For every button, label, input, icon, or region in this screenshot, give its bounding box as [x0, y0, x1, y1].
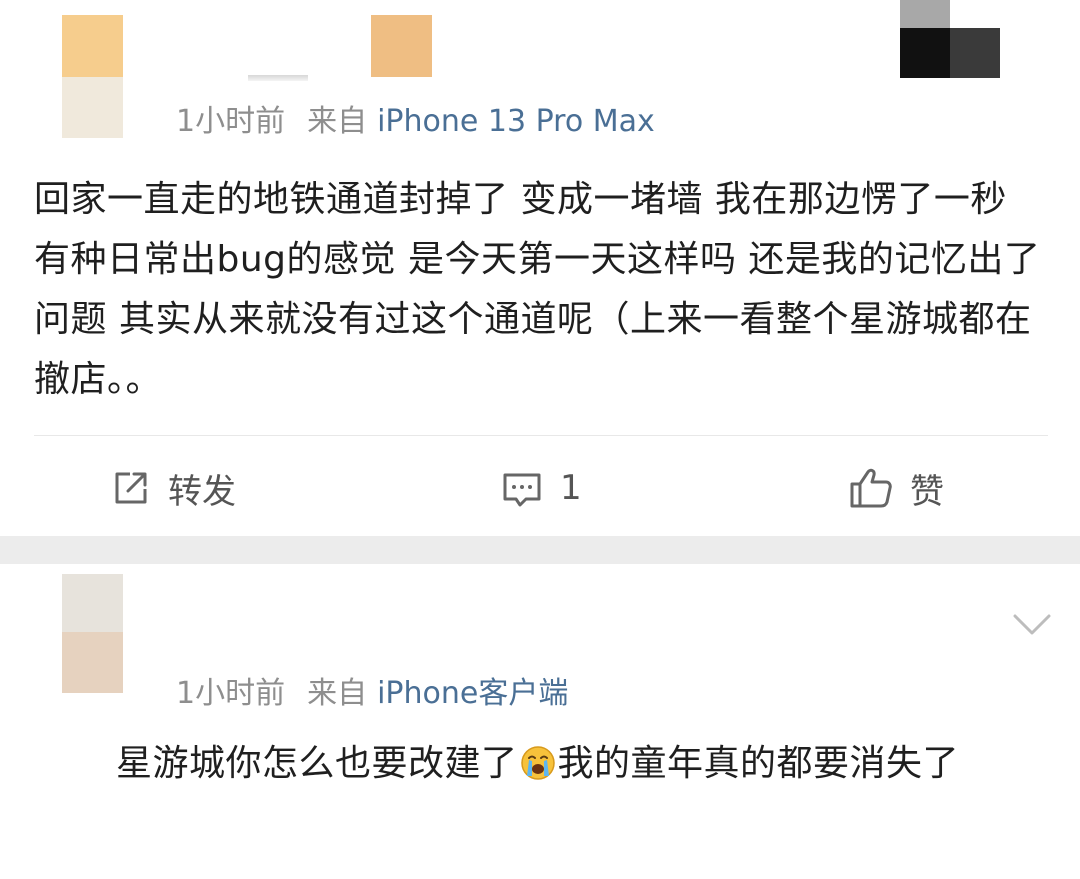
- comment-icon: [500, 467, 544, 509]
- post-device-link[interactable]: iPhone 13 Pro Max: [377, 104, 655, 139]
- post-card: 1小时前 来自 iPhone 13 Pro Max 回家一直走的地铁通道封掉了 变成…: [0, 0, 1080, 536]
- post-meta: 1小时前 来自 iPhone客户端: [176, 674, 568, 714]
- post-actions: 转发 1 赞: [0, 460, 1080, 516]
- comment-count: 1: [560, 468, 582, 508]
- forward-button[interactable]: 转发: [110, 460, 236, 516]
- chevron-down-icon[interactable]: [1012, 612, 1052, 642]
- crying-face-icon: [520, 740, 556, 780]
- username-mosaic: [371, 15, 432, 77]
- post-time: 1小时前: [176, 676, 286, 711]
- post-device-link[interactable]: iPhone客户端: [377, 676, 568, 711]
- post-source-label: 来自: [307, 676, 368, 711]
- like-label: 赞: [910, 471, 944, 512]
- post-text: 我的童年真的都要消失了: [557, 743, 960, 784]
- badge-mosaic: [950, 28, 1000, 78]
- post-text: 星游城你怎么也要改建了: [116, 743, 518, 784]
- avatar-mosaic: [62, 77, 123, 138]
- post-card: 1小时前 来自 iPhone客户端 星游城你怎么也要改建了 我的童年真的都要消失了: [0, 564, 1080, 879]
- weibo-feed: 1小时前 来自 iPhone 13 Pro Max 回家一直走的地铁通道封掉了 变成…: [0, 0, 1080, 879]
- forward-label: 转发: [168, 471, 236, 512]
- avatar-mosaic: [62, 632, 123, 693]
- avatar[interactable]: [62, 574, 123, 632]
- forward-icon: [110, 467, 152, 509]
- divider: [34, 435, 1048, 436]
- like-button[interactable]: 赞: [848, 460, 944, 516]
- post-source-label: 来自: [307, 104, 368, 139]
- comment-button[interactable]: 1: [500, 460, 582, 516]
- post-meta: 1小时前 来自 iPhone 13 Pro Max: [176, 102, 655, 142]
- thumbs-up-icon: [848, 466, 894, 510]
- post-separator: [0, 536, 1080, 564]
- post-content: 星游城你怎么也要改建了 我的童年真的都要消失了: [34, 734, 1034, 794]
- avatar[interactable]: [62, 15, 123, 77]
- badge-mosaic: [900, 0, 950, 28]
- badge-mosaic: [900, 28, 950, 78]
- post-content: 回家一直走的地铁通道封掉了 变成一堵墙 我在那边愣了一秒 有种日常出bug的感觉…: [34, 179, 1041, 400]
- post-time: 1小时前: [176, 104, 286, 139]
- username-mosaic: [248, 75, 308, 81]
